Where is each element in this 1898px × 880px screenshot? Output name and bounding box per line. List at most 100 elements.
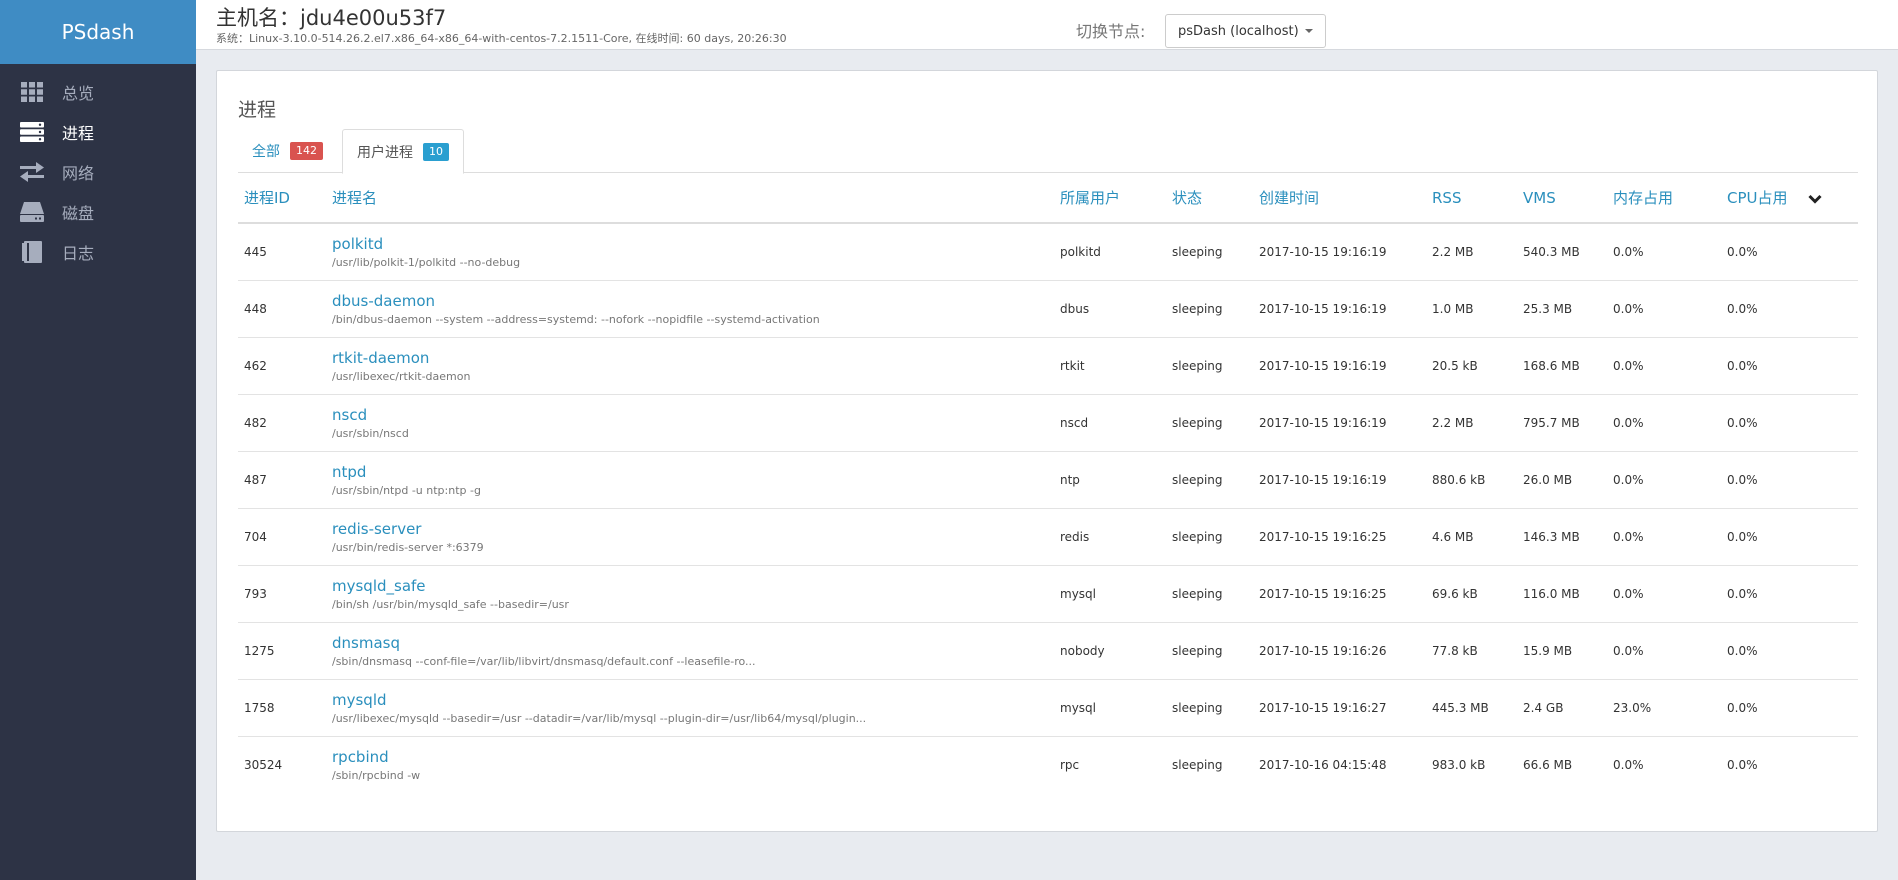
created-cell: 2017-10-15 19:16:19 bbox=[1253, 223, 1426, 281]
process-cmdline: /usr/libexec/rtkit-daemon bbox=[332, 369, 471, 383]
table-row: 1275 dnsmasq/sbin/dnsmasq --conf-file=/va… bbox=[238, 622, 1858, 680]
process-name-link[interactable]: redis-server bbox=[332, 519, 1048, 539]
created-cell: 2017-10-15 19:16:19 bbox=[1253, 451, 1426, 509]
process-name-link[interactable]: mysqld bbox=[332, 690, 1048, 710]
created-cell: 2017-10-16 04:15:48 bbox=[1259, 757, 1387, 772]
sidebar-item-label: 进程 bbox=[62, 124, 95, 143]
process-cmdline: /usr/libexec/mysqld --basedir=/usr --dat… bbox=[332, 711, 867, 725]
status-cell: sleeping bbox=[1166, 622, 1253, 680]
sidebar-nav: 总览 进程 网络 磁盘 日志 bbox=[0, 64, 196, 272]
mem-cell: 0.0% bbox=[1607, 223, 1721, 281]
process-name-cell: dbus-daemon/bin/dbus-daemon --system --a… bbox=[326, 280, 1054, 338]
vms-cell: 15.9 MB bbox=[1517, 622, 1607, 680]
sidebar-item-overview[interactable]: 总览 bbox=[0, 72, 196, 112]
process-cmdline: /sbin/dnsmasq --conf-file=/var/lib/libvi… bbox=[332, 654, 756, 668]
created-cell: 2017-10-15 19:16:19 bbox=[1253, 337, 1426, 395]
system-info: 系统：Linux-3.10.0-514.26.2.el7.x86_64-x86_… bbox=[216, 32, 787, 45]
vms-cell: 540.3 MB bbox=[1517, 223, 1607, 281]
sidebar: PSdash 总览 进程 网络 磁盘 日志 bbox=[0, 0, 196, 880]
cpu-cell: 0.0% bbox=[1721, 223, 1858, 281]
created-cell: 2017-10-15 19:16:27 bbox=[1253, 679, 1426, 737]
column-header-user[interactable]: 所属用户 bbox=[1054, 173, 1166, 224]
process-name-cell: mysqld_safe/bin/sh /usr/bin/mysqld_safe … bbox=[326, 565, 1054, 623]
created-cell: 2017-10-15 19:16:19 bbox=[1253, 280, 1426, 338]
vms-cell: 26.0 MB bbox=[1517, 451, 1607, 509]
process-name-link[interactable]: mysqld_safe bbox=[332, 576, 1048, 596]
mem-cell: 0.0% bbox=[1607, 280, 1721, 338]
process-name-link[interactable]: dnsmasq bbox=[332, 633, 1048, 653]
brand-logo[interactable]: PSdash bbox=[0, 0, 196, 64]
sidebar-item-network[interactable]: 网络 bbox=[0, 152, 196, 192]
process-panel: 进程 全部 142 用户进程 10 进程ID 进程名 所属用户 状态 创建时间 … bbox=[216, 70, 1878, 832]
column-header-name[interactable]: 进程名 bbox=[326, 173, 1054, 224]
sort-chevron-down-icon[interactable] bbox=[1808, 190, 1822, 208]
mem-cell: 0.0% bbox=[1613, 757, 1644, 772]
mem-cell: 0.0% bbox=[1607, 394, 1721, 452]
rss-cell: 20.5 kB bbox=[1426, 337, 1517, 395]
status-cell: sleeping bbox=[1166, 508, 1253, 566]
process-name-cell: ntpd/usr/sbin/ntpd -u ntp:ntp -g bbox=[326, 451, 1054, 509]
rss-cell: 1.0 MB bbox=[1426, 280, 1517, 338]
process-name-link[interactable]: dbus-daemon bbox=[332, 291, 1048, 311]
process-name-link[interactable]: rpcbind bbox=[332, 747, 1048, 767]
user-cell: ntp bbox=[1054, 451, 1166, 509]
status-cell: sleeping bbox=[1166, 394, 1253, 452]
process-name-cell: rtkit-daemon/usr/libexec/rtkit-daemon bbox=[326, 337, 1054, 395]
pid-cell: 30524 bbox=[244, 757, 283, 772]
tab-label: 用户进程 bbox=[357, 144, 413, 161]
table-row: 448 dbus-daemon/bin/dbus-daemon --system … bbox=[238, 280, 1858, 338]
table-row: 704 redis-server/usr/bin/redis-server *:6… bbox=[238, 508, 1858, 566]
mem-cell: 23.0% bbox=[1607, 679, 1721, 737]
sidebar-item-label: 磁盘 bbox=[62, 204, 95, 223]
column-header-cpu[interactable]: CPU占用 bbox=[1721, 173, 1858, 224]
status-cell: sleeping bbox=[1166, 565, 1253, 623]
process-cmdline: /usr/bin/redis-server *:6379 bbox=[332, 540, 484, 554]
mem-cell: 0.0% bbox=[1607, 565, 1721, 623]
table-row: 462 rtkit-daemon/usr/libexec/rtkit-daemon… bbox=[238, 337, 1858, 395]
process-cmdline: /usr/sbin/ntpd -u ntp:ntp -g bbox=[332, 483, 481, 497]
pid-cell: 793 bbox=[238, 565, 326, 623]
column-header-status[interactable]: 状态 bbox=[1166, 173, 1253, 224]
column-header-vms[interactable]: VMS bbox=[1517, 173, 1607, 224]
rss-cell: 69.6 kB bbox=[1426, 565, 1517, 623]
process-name-link[interactable]: ntpd bbox=[332, 462, 1048, 482]
table-header-row: 进程ID 进程名 所属用户 状态 创建时间 RSS VMS 内存占用 CPU占用 bbox=[238, 173, 1858, 224]
user-cell: rtkit bbox=[1054, 337, 1166, 395]
node-select-dropdown[interactable]: psDash (localhost) bbox=[1165, 14, 1326, 48]
mem-cell: 0.0% bbox=[1607, 508, 1721, 566]
sidebar-item-processes[interactable]: 进程 bbox=[0, 112, 196, 152]
process-name-link[interactable]: nscd bbox=[332, 405, 1048, 425]
column-header-mem[interactable]: 内存占用 bbox=[1607, 173, 1721, 224]
column-header-created[interactable]: 创建时间 bbox=[1253, 173, 1426, 224]
host-title: 主机名：jdu4e00u53f7 bbox=[216, 6, 447, 30]
process-name-link[interactable]: rtkit-daemon bbox=[332, 348, 1048, 368]
sidebar-item-label: 日志 bbox=[62, 244, 95, 263]
process-name-link[interactable]: polkitd bbox=[332, 234, 1048, 254]
sidebar-item-disks[interactable]: 磁盘 bbox=[0, 192, 196, 232]
rss-cell: 77.8 kB bbox=[1426, 622, 1517, 680]
process-name-cell: mysqld/usr/libexec/mysqld --basedir=/usr… bbox=[326, 679, 1054, 737]
user-cell: mysql bbox=[1054, 565, 1166, 623]
rss-cell: 983.0 kB bbox=[1432, 757, 1486, 772]
created-cell: 2017-10-15 19:16:25 bbox=[1253, 565, 1426, 623]
tab-user-processes[interactable]: 用户进程 10 bbox=[342, 129, 464, 174]
caret-down-icon bbox=[1304, 29, 1313, 33]
cpu-cell: 0.0% bbox=[1721, 337, 1858, 395]
created-cell: 2017-10-15 19:16:26 bbox=[1253, 622, 1426, 680]
column-header-pid[interactable]: 进程ID bbox=[238, 173, 326, 224]
cpu-cell: 0.0% bbox=[1721, 679, 1858, 737]
process-cmdline: /bin/sh /usr/bin/mysqld_safe --basedir=/… bbox=[332, 597, 569, 611]
column-header-rss[interactable]: RSS bbox=[1426, 173, 1517, 224]
table-row: 1758 mysqld/usr/libexec/mysqld --basedir=… bbox=[238, 679, 1858, 737]
user-cell: nscd bbox=[1054, 394, 1166, 452]
mem-cell: 0.0% bbox=[1607, 451, 1721, 509]
rss-cell: 880.6 kB bbox=[1426, 451, 1517, 509]
sidebar-item-label: 总览 bbox=[62, 84, 95, 103]
tab-all-processes[interactable]: 全部 142 bbox=[238, 129, 337, 173]
process-cmdline: /usr/sbin/nscd bbox=[332, 426, 409, 440]
user-cell: polkitd bbox=[1054, 223, 1166, 281]
sidebar-item-logs[interactable]: 日志 bbox=[0, 232, 196, 272]
status-cell: sleeping bbox=[1166, 451, 1253, 509]
node-switch-label: 切换节点: bbox=[1076, 22, 1146, 41]
pid-cell: 482 bbox=[238, 394, 326, 452]
